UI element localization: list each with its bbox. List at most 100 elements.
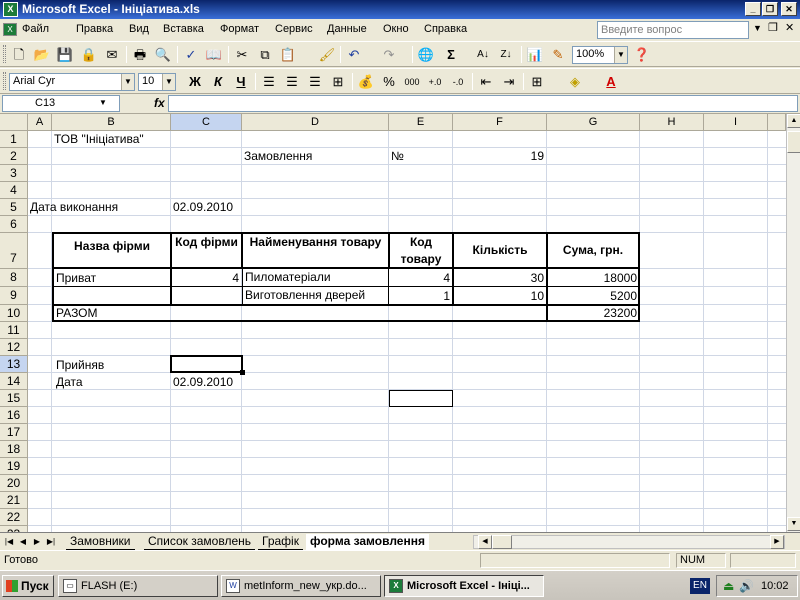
cell-b10-total-label[interactable]: РАЗОМ — [54, 305, 100, 321]
formula-input[interactable] — [168, 95, 798, 112]
cell-d9-product[interactable]: Виготовлення дверей — [242, 286, 389, 305]
cell-e8-product-code[interactable]: 4 — [390, 270, 452, 286]
row-header-9[interactable]: 9 — [0, 287, 28, 305]
row-header-14[interactable]: 14 — [0, 373, 28, 390]
column-header-e[interactable]: E — [389, 114, 453, 131]
font-name-select[interactable]: Arial Cyr ▼ — [9, 73, 135, 91]
row-header-16[interactable]: 16 — [0, 407, 28, 424]
cell-f9-qty[interactable]: 10 — [454, 288, 546, 304]
chart-wizard-icon[interactable]: 📊 — [526, 46, 544, 64]
menu-view[interactable]: Вид — [129, 23, 149, 35]
format-painter-icon[interactable]: 🖌 — [318, 46, 336, 64]
row-header-6[interactable]: 6 — [0, 216, 28, 233]
row-header-17[interactable]: 17 — [0, 424, 28, 441]
toolbar-grip[interactable] — [3, 72, 6, 90]
volume-icon[interactable]: 🔊 — [739, 576, 754, 596]
help-dropdown-icon[interactable]: ▼ — [753, 23, 762, 33]
comma-style-button[interactable]: 000 — [403, 73, 421, 91]
row-header-22[interactable]: 22 — [0, 509, 28, 526]
scroll-up-icon[interactable]: ▲ — [787, 114, 800, 128]
row-header-3[interactable]: 3 — [0, 165, 28, 182]
row-header-20[interactable]: 20 — [0, 475, 28, 492]
last-sheet-icon[interactable]: ▶| — [45, 536, 57, 548]
row-header-11[interactable]: 11 — [0, 322, 28, 339]
row-header-10[interactable]: 10 — [0, 305, 28, 322]
chevron-down-icon[interactable]: ▼ — [99, 98, 107, 107]
menu-help[interactable]: Справка — [424, 23, 467, 35]
email-icon[interactable]: ✉ — [103, 46, 121, 64]
scroll-thumb[interactable] — [787, 131, 800, 153]
currency-icon[interactable]: 💰 — [357, 73, 375, 91]
menu-tools[interactable]: Сервис — [275, 23, 313, 35]
menu-format[interactable]: Формат — [220, 23, 259, 35]
cell-c5-exec-date[interactable]: 02.09.2010 — [171, 199, 235, 215]
cell-g10-total-sum[interactable]: 23200 — [548, 305, 639, 321]
document-icon[interactable]: X — [3, 23, 17, 36]
excel-icon[interactable]: X — [3, 2, 18, 17]
increase-decimal-icon[interactable]: +.0 — [426, 73, 444, 91]
row-header-2[interactable]: 2 — [0, 148, 28, 165]
row-header-7[interactable]: 7 — [0, 233, 28, 269]
column-header-i[interactable]: I — [704, 114, 768, 131]
next-sheet-icon[interactable]: ▶ — [31, 536, 43, 548]
row-header-15[interactable]: 15 — [0, 390, 28, 407]
align-left-icon[interactable]: ☰ — [260, 73, 278, 91]
row-header-12[interactable]: 12 — [0, 339, 28, 356]
menu-file[interactable]: Файл — [22, 23, 49, 35]
increase-indent-icon[interactable]: ⇥ — [500, 73, 518, 91]
cell-d2-order-label[interactable]: Замовлення — [242, 148, 314, 164]
cell-d8-product[interactable]: Пиломатеріали — [242, 268, 389, 287]
help-icon[interactable]: ❓ — [633, 46, 651, 64]
chevron-down-icon[interactable]: ▼ — [162, 74, 175, 90]
sheet-tab-customers[interactable]: Замовники — [66, 534, 135, 550]
safely-remove-icon[interactable]: ⏏ — [723, 576, 734, 596]
insert-function-icon[interactable]: fx — [154, 96, 165, 110]
select-all-corner[interactable] — [0, 114, 28, 131]
row-header-8[interactable]: 8 — [0, 269, 28, 287]
th-product-code[interactable]: Код товару — [390, 234, 452, 268]
cell-b13-accepted[interactable]: Прийняв — [54, 357, 106, 373]
open-icon[interactable]: 📂 — [33, 46, 51, 64]
sheet-tab-order-form[interactable]: форма замовлення — [306, 534, 429, 550]
th-sum[interactable]: Сума, грн. — [548, 242, 638, 259]
copy-icon[interactable]: ⧉ — [256, 46, 274, 64]
column-header-g[interactable]: G — [547, 114, 640, 131]
cell-c8-firm-code[interactable]: 4 — [172, 270, 241, 286]
align-right-icon[interactable]: ☰ — [306, 73, 324, 91]
underline-button[interactable]: Ч — [232, 73, 250, 91]
prev-sheet-icon[interactable]: ◀ — [17, 536, 29, 548]
cell-f2-order-number[interactable]: 19 — [453, 148, 546, 164]
decrease-decimal-icon[interactable]: -.0 — [449, 73, 467, 91]
language-indicator[interactable]: EN — [690, 578, 710, 594]
print-icon[interactable]: 🖶 — [131, 46, 149, 64]
cell-c14-date-value[interactable]: 02.09.2010 — [171, 374, 235, 390]
row-header-5[interactable]: 5 — [0, 199, 28, 216]
toolbar-grip[interactable] — [3, 45, 6, 63]
close-icon[interactable]: ✕ — [781, 2, 797, 16]
cell-g9-sum[interactable]: 5200 — [548, 288, 639, 304]
taskbar-flash-drive[interactable]: ▭ FLASH (E:) — [58, 575, 218, 597]
row-header-4[interactable]: 4 — [0, 182, 28, 199]
sort-ascending-icon[interactable]: A↓ — [474, 46, 492, 64]
hyperlink-icon[interactable]: 🌐 — [417, 46, 435, 64]
column-header-h[interactable]: H — [640, 114, 704, 131]
undo-icon[interactable]: ↶ — [345, 46, 363, 64]
row-header-13[interactable]: 13 — [0, 356, 28, 373]
column-header-c[interactable]: C — [171, 114, 242, 131]
row-header-21[interactable]: 21 — [0, 492, 28, 509]
percent-style-button[interactable]: % — [380, 73, 398, 91]
doc-close-icon[interactable]: ✕ — [785, 21, 794, 34]
cell-e9-product-code[interactable]: 1 — [390, 288, 452, 304]
taskbar-word-doc[interactable]: W metInform_new_укр.do... — [221, 575, 381, 597]
sheet-tab-order-list[interactable]: Список замовлень — [144, 534, 256, 550]
fill-color-icon[interactable]: ◈ — [566, 73, 584, 91]
menu-insert[interactable]: Вставка — [163, 23, 204, 35]
fill-handle[interactable] — [240, 370, 245, 375]
scroll-left-icon[interactable]: ◀ — [478, 535, 492, 549]
start-button[interactable]: Пуск — [2, 575, 54, 597]
th-firm-name[interactable]: Назва фірми — [54, 238, 170, 255]
column-header-a[interactable]: A — [28, 114, 52, 131]
row-header-18[interactable]: 18 — [0, 441, 28, 458]
column-header-f[interactable]: F — [453, 114, 547, 131]
column-header-b[interactable]: B — [52, 114, 171, 131]
